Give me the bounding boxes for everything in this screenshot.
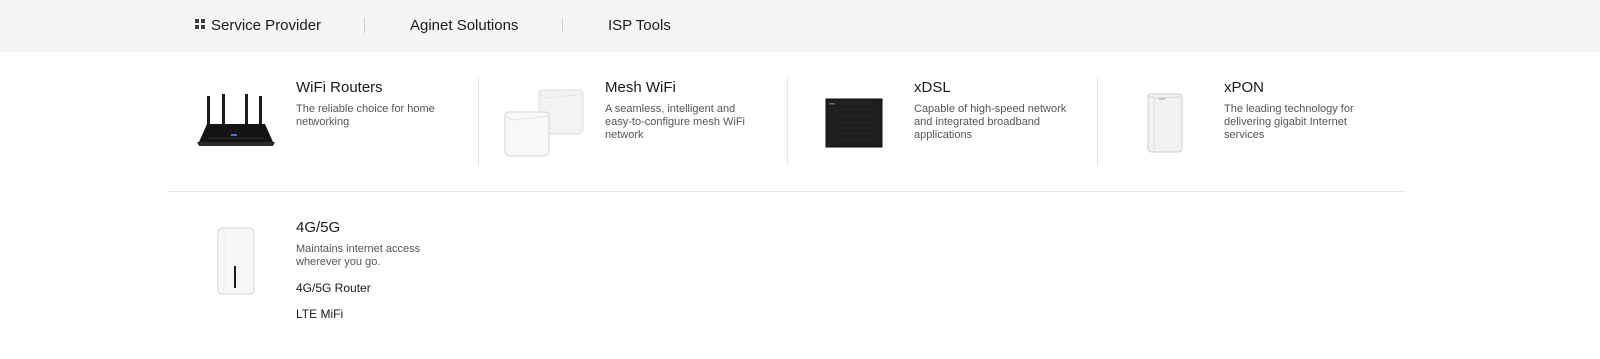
nav-isp-tools[interactable]: ISP Tools: [608, 17, 671, 35]
card-description: A seamless, intelligent and easy-to-conf…: [605, 103, 745, 141]
card-title[interactable]: WiFi Routers: [296, 79, 383, 97]
card-title[interactable]: 4G/5G: [296, 219, 340, 237]
card-description: The leading technology for delivering gi…: [1224, 103, 1354, 141]
card-title[interactable]: xPON: [1224, 79, 1264, 97]
xdsl-modem-image: [825, 98, 883, 148]
nav-aginet-solutions[interactable]: Aginet Solutions: [410, 17, 518, 35]
wifi-router-image: [197, 94, 275, 146]
nav-divider: [562, 18, 563, 33]
nav-service-provider[interactable]: Service Provider: [195, 17, 321, 35]
column-divider: [787, 78, 788, 166]
mesh-wifi-image: [504, 89, 584, 157]
card-description: Maintains internet access wherever you g…: [296, 243, 421, 268]
column-divider: [1097, 78, 1098, 166]
column-divider: [478, 78, 479, 166]
xpon-ont-image: [1147, 93, 1183, 153]
card-description: The reliable choice for home networking: [296, 103, 435, 128]
link-4g-5g-router[interactable]: 4G/5G Router: [296, 281, 371, 295]
4g-5g-router-image: [217, 227, 255, 295]
card-description: Capable of high-speed network and integr…: [914, 103, 1067, 141]
card-title[interactable]: Mesh WiFi: [605, 79, 676, 97]
nav-service-provider-label: Service Provider: [211, 17, 322, 34]
card-title[interactable]: xDSL: [914, 79, 951, 97]
top-nav-bar: Service Provider Aginet Solutions ISP To…: [0, 0, 1600, 52]
grid-icon: [195, 19, 205, 29]
link-lte-mifi[interactable]: LTE MiFi: [296, 307, 343, 321]
row-divider: [168, 191, 1406, 192]
nav-divider: [364, 18, 365, 33]
